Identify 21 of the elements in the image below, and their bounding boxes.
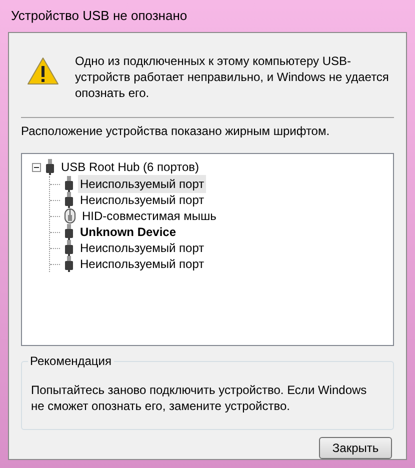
close-button[interactable]: Закрыть: [319, 437, 392, 459]
group-title: Рекомендация: [29, 353, 113, 370]
usb-plug-icon: [64, 256, 74, 272]
tree-item[interactable]: Unknown Device: [78, 223, 178, 241]
tree-item[interactable]: Неиспользуемый порт: [78, 191, 206, 209]
usb-plug-icon: [64, 224, 74, 240]
window-title: Устройство USB не опознано: [10, 7, 188, 26]
recommendation-text: Попытайтесь заново подключить устройство. Если Windows не сможет опознать его, замените устройство.: [31, 382, 368, 414]
collapse-toggle[interactable]: [32, 162, 41, 172]
tree-item[interactable]: USB Root Hub (6 портов): [59, 158, 202, 176]
message-text: Одно из подключенных к этому компьютеру USB-устройств работает неправильно, и Windows не удается опознать его.: [75, 53, 390, 101]
tree-item[interactable]: Неиспользуемый порт: [78, 255, 206, 273]
usb-plug-icon: [64, 192, 74, 208]
hint-text: Расположение устройства показано жирным шрифтом.: [21, 123, 331, 139]
usb-plug-icon: [64, 176, 74, 192]
warning-icon: [27, 57, 59, 85]
tree-item[interactable]: Неиспользуемый порт: [78, 239, 206, 257]
mouse-icon: [64, 208, 76, 224]
tree-item[interactable]: HID-совместимая мышь: [80, 207, 218, 225]
tree-item[interactable]: Неиспользуемый порт: [78, 175, 206, 193]
usb-plug-icon: [64, 240, 74, 256]
